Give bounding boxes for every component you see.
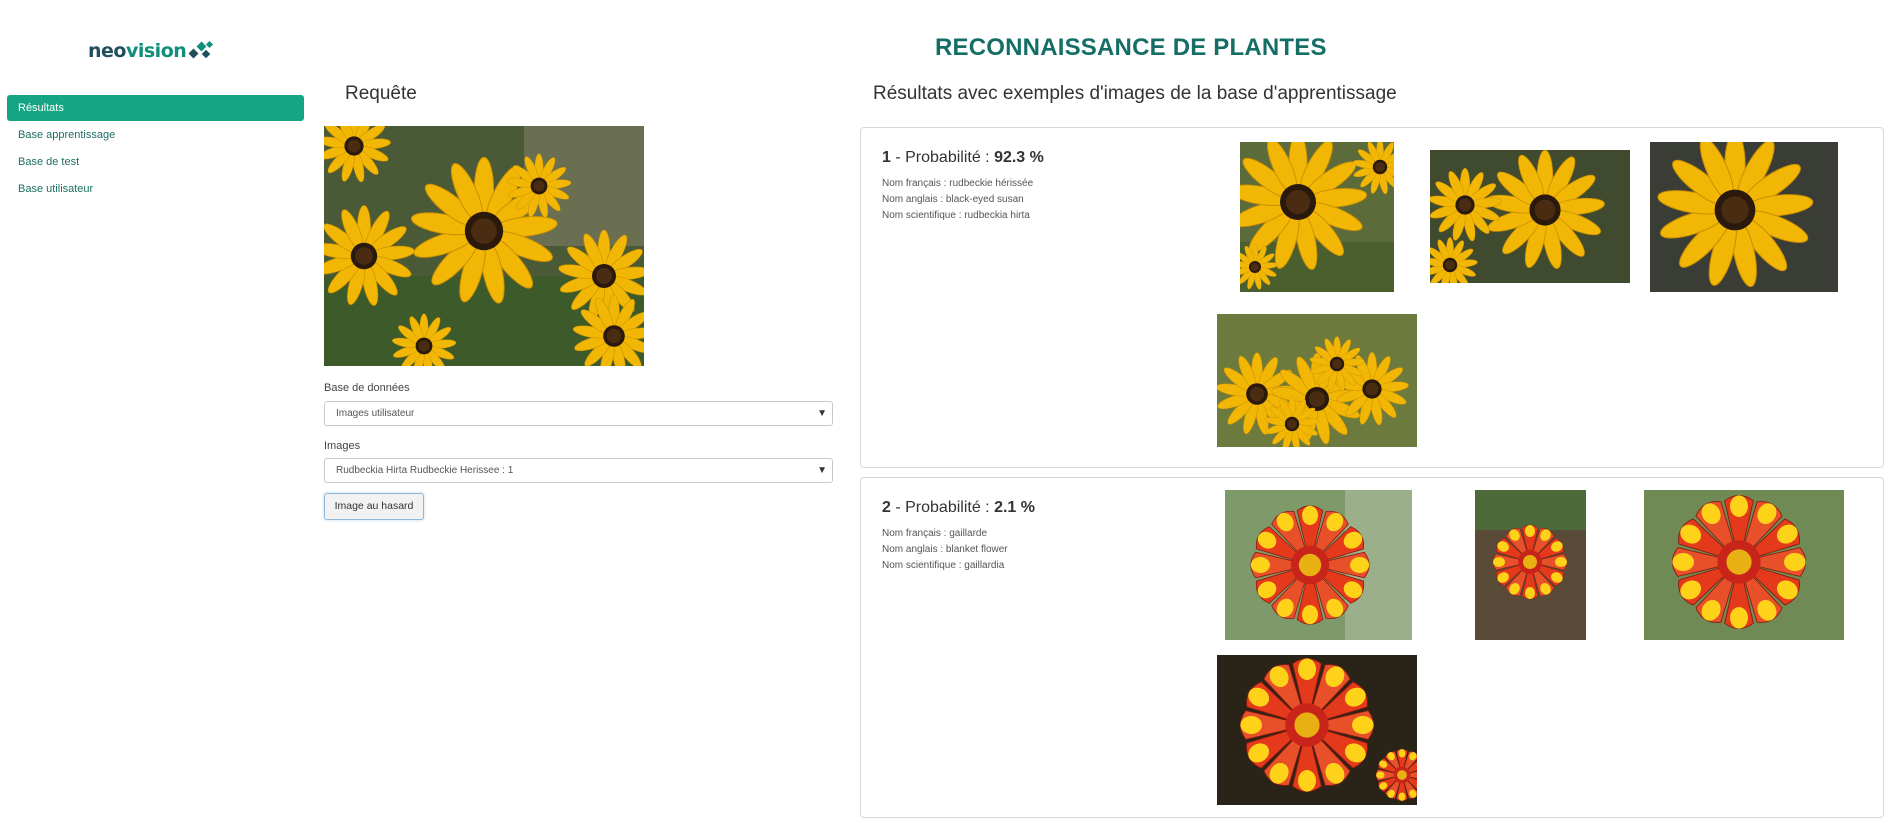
result-1-example-image-1 [1240,142,1394,292]
result-1-prob-label: - Probabilité : [890,149,995,166]
query-image [324,126,644,366]
sidebar-nav: Résultats Base apprentissage Base de tes… [7,95,304,203]
result-2-probability: 2 - Probabilité : 2.1 % [882,499,1035,517]
result-2-prob-value: 2.1 % [994,499,1035,516]
logo-text-vision: vision [125,40,187,62]
result-1-probability: 1 - Probabilité : 92.3 % [882,149,1044,167]
result-2-scientific-name: Nom scientifique : gaillardia [882,560,1005,571]
result-1-rank: 1 [882,149,891,166]
result-2-prob-label: - Probabilité : [890,499,995,516]
logo-mark-icon [188,40,214,62]
sidebar-item-base-de-test[interactable]: Base de test [7,149,304,175]
sidebar-item-resultats[interactable]: Résultats [7,95,304,121]
result-1-example-image-2 [1430,150,1630,283]
random-image-button[interactable]: Image au hasard [324,493,424,520]
result-panel-2: 2 - Probabilité : 2.1 % Nom français : g… [860,477,1884,818]
dropdown-arrow-icon: ▼ [817,408,827,419]
images-label: Images [324,440,361,452]
database-select[interactable]: Images utilisateur ▼ [324,401,833,426]
sidebar-item-base-apprentissage[interactable]: Base apprentissage [7,122,304,148]
neovision-logo[interactable]: neovision [88,40,214,62]
result-1-french-name: Nom français : rudbeckie hérissée [882,178,1034,189]
query-heading: Requête [345,83,417,104]
result-2-example-image-2 [1475,490,1586,640]
result-1-example-image-4 [1217,314,1417,447]
result-2-french-name: Nom français : gaillarde [882,528,988,539]
result-1-prob-value: 92.3 % [994,149,1044,166]
logo-text-neo: neo [88,40,126,62]
result-1-scientific-name: Nom scientifique : rudbeckia hirta [882,210,1030,221]
dropdown-arrow-icon: ▼ [817,465,827,476]
database-label: Base de données [324,382,410,394]
result-2-example-image-1 [1225,490,1412,640]
result-panel-1: 1 - Probabilité : 92.3 % Nom français : … [860,127,1884,468]
sidebar-item-base-utilisateur[interactable]: Base utilisateur [7,176,304,202]
result-2-example-image-4 [1217,655,1417,805]
database-select-value: Images utilisateur [336,408,415,419]
result-2-rank: 2 [882,499,891,516]
result-2-example-image-3 [1644,490,1844,640]
page-title: RECONNAISSANCE DE PLANTES [935,34,1327,61]
results-heading: Résultats avec exemples d'images de la b… [873,83,1397,104]
result-1-english-name: Nom anglais : black-eyed susan [882,194,1024,205]
result-1-example-image-3 [1650,142,1838,292]
images-select[interactable]: Rudbeckia Hirta Rudbeckie Herissee : 1 ▼ [324,458,833,483]
images-select-value: Rudbeckia Hirta Rudbeckie Herissee : 1 [336,465,514,476]
result-2-english-name: Nom anglais : blanket flower [882,544,1008,555]
